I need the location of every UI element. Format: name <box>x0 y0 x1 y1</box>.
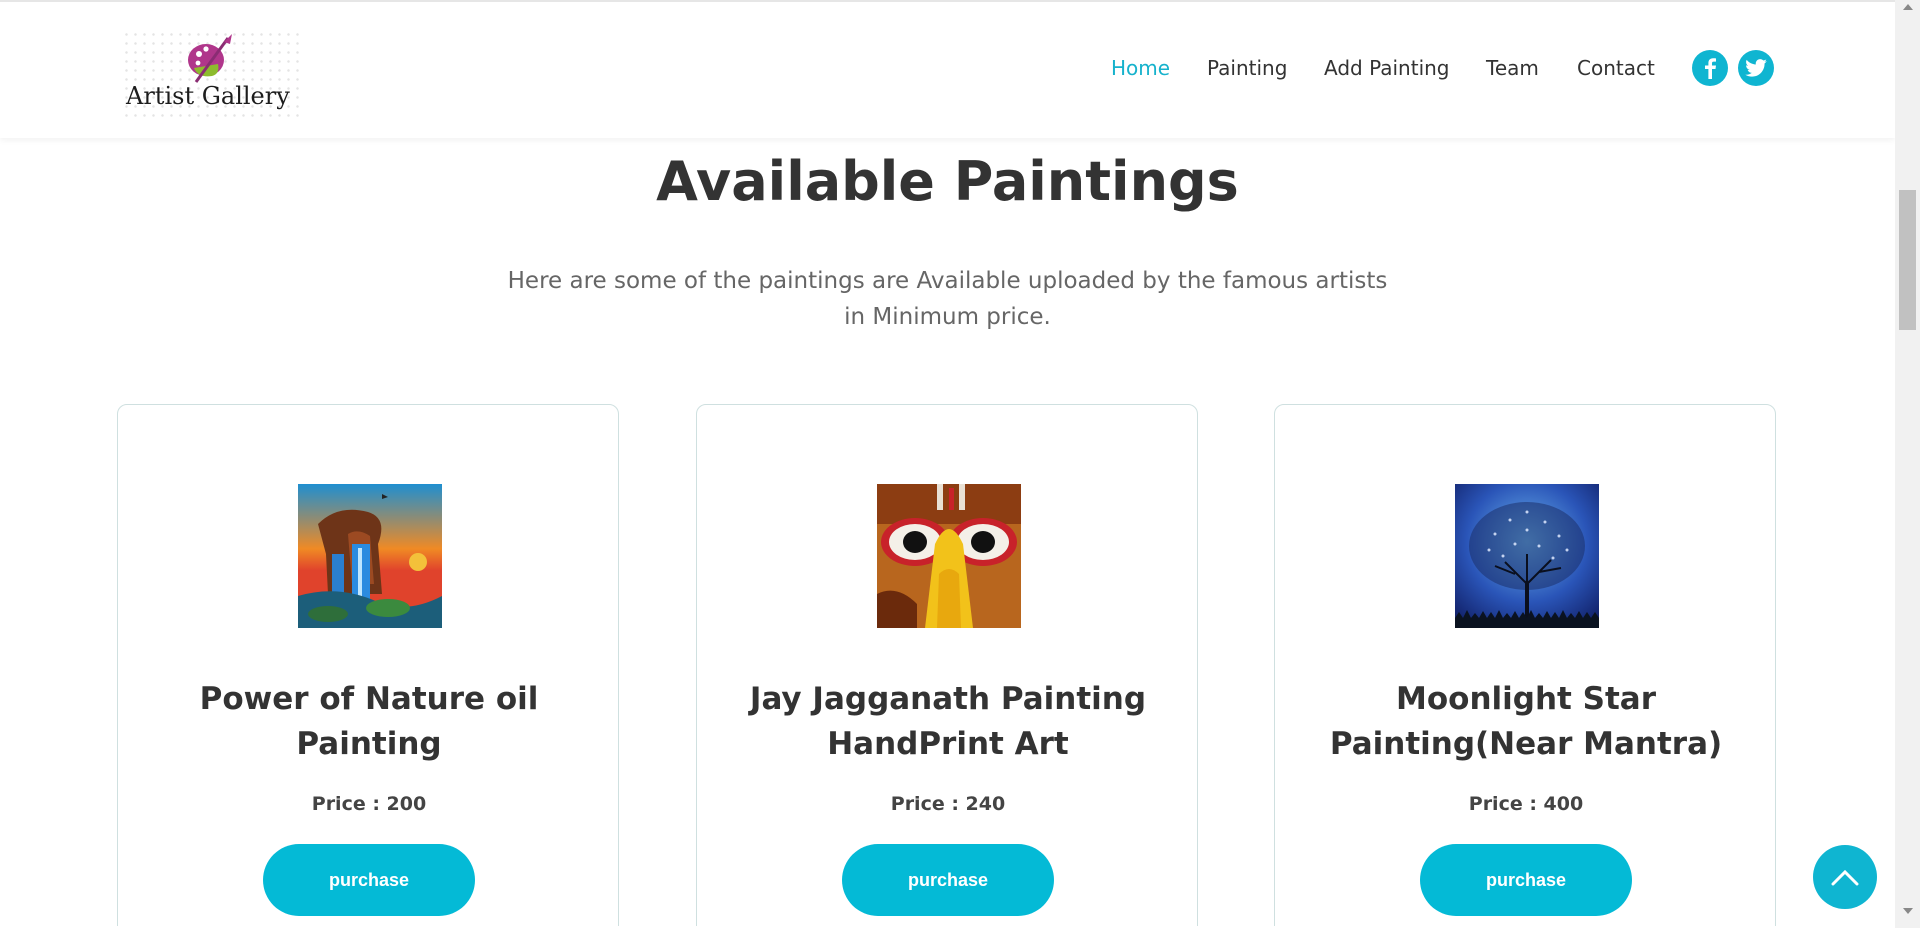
nav-item-add-painting[interactable]: Add Painting <box>1324 56 1450 80</box>
painting-title: Moonlight Star Painting(Near Mantra) <box>1329 681 1723 762</box>
purchase-button[interactable]: purchase <box>842 844 1054 916</box>
palette-brush-icon <box>188 34 232 83</box>
scrollbar-thumb[interactable] <box>1899 190 1916 330</box>
painting-price: Price : 240 <box>890 793 1006 815</box>
brand-logo[interactable]: Artist Gallery <box>122 30 300 118</box>
purchase-button[interactable]: purchase <box>1420 844 1632 916</box>
nav-item-contact[interactable]: Contact <box>1577 56 1655 80</box>
painting-title: Power of Nature oil Painting <box>199 681 539 762</box>
twitter-icon <box>1745 59 1767 77</box>
waterfall-painting-image <box>298 484 442 628</box>
painting-image-moonlight-tree[interactable] <box>1455 484 1599 628</box>
purchase-button[interactable]: purchase <box>263 844 475 916</box>
section-title: Available Paintings <box>656 150 1239 213</box>
vertical-scrollbar[interactable] <box>1895 0 1920 928</box>
nav-item-team[interactable]: Team <box>1486 56 1539 80</box>
chevron-up-icon <box>1831 869 1859 886</box>
scroll-up-arrow-icon[interactable] <box>1903 4 1913 10</box>
facebook-icon <box>1705 58 1716 79</box>
twitter-button[interactable] <box>1738 50 1774 86</box>
painting-image-waterfall[interactable] <box>298 484 442 628</box>
painting-card: Power of Nature oil Painting Price : 200… <box>117 404 619 926</box>
page-viewport: Artist Gallery Home Painting Add Paintin… <box>0 0 1895 926</box>
painting-title: Jay Jagganath Painting HandPrint Art <box>749 681 1147 762</box>
tree-night-painting-image <box>1455 484 1599 628</box>
nav-item-painting[interactable]: Painting <box>1207 56 1287 80</box>
section-subtitle: Here are some of the paintings are Avail… <box>507 268 1388 330</box>
jagannath-painting-image <box>877 484 1021 628</box>
painting-price: Price : 200 <box>311 793 427 815</box>
brand-name: Artist Gallery <box>126 82 290 110</box>
painting-price: Price : 400 <box>1468 793 1584 815</box>
painting-image-jagannath[interactable] <box>877 484 1021 628</box>
painting-card: Moonlight Star Painting(Near Mantra) Pri… <box>1274 404 1776 926</box>
scroll-to-top-button[interactable] <box>1813 845 1877 909</box>
nav-item-home[interactable]: Home <box>1111 56 1170 80</box>
scroll-down-arrow-icon[interactable] <box>1903 908 1913 914</box>
site-header: Artist Gallery Home Painting Add Paintin… <box>0 0 1895 138</box>
facebook-button[interactable] <box>1692 50 1728 86</box>
painting-card: Jay Jagganath Painting HandPrint Art Pri… <box>696 404 1198 926</box>
